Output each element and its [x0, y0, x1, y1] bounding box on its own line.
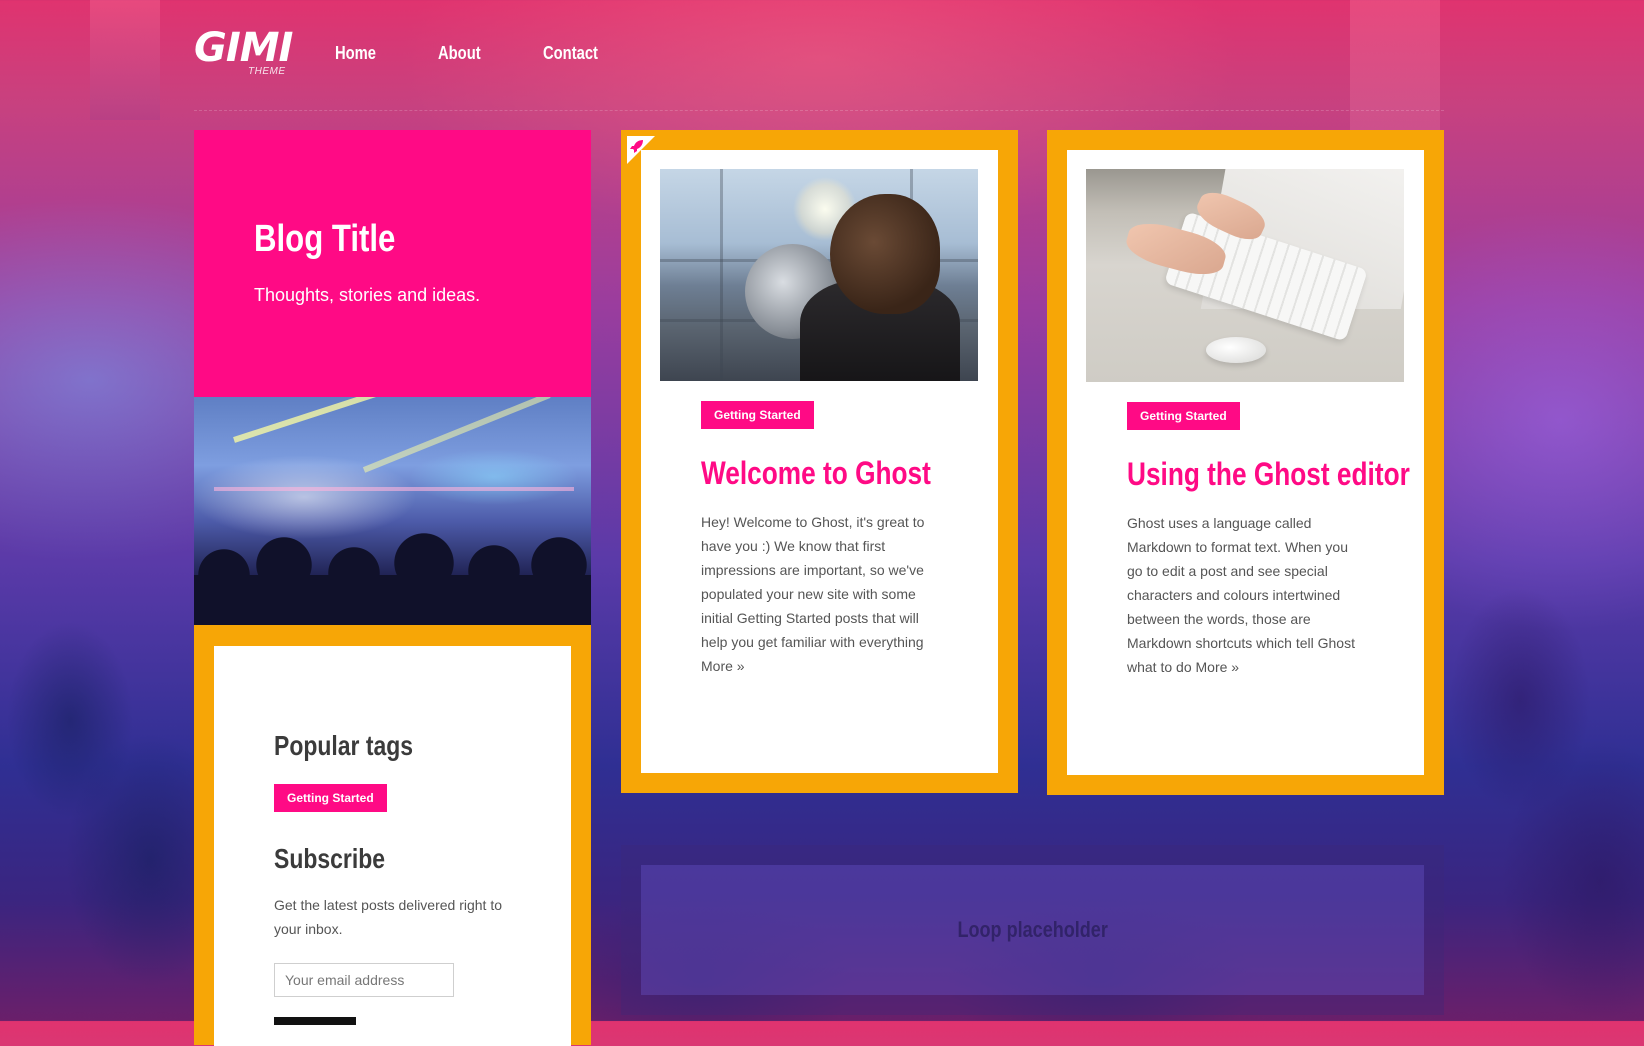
blog-title: Blog Title	[254, 218, 396, 260]
post-title[interactable]: Using the Ghost editor	[1127, 456, 1410, 493]
post-title[interactable]: Welcome to Ghost	[701, 455, 931, 492]
read-more-link[interactable]: More »	[701, 658, 745, 674]
nav-home[interactable]: Home	[335, 43, 376, 64]
main-nav: Home About Contact	[335, 43, 610, 64]
sidebar-panel: Popular tags Getting Started Subscribe G…	[214, 646, 571, 1046]
post-image[interactable]	[660, 169, 978, 381]
post-card: Getting Started Using the Ghost editor G…	[1047, 130, 1444, 795]
background-pillar	[90, 0, 160, 120]
read-more-link[interactable]: More »	[1196, 659, 1240, 675]
loop-placeholder-body: Loop placeholder	[641, 865, 1424, 995]
concert-crowd-image	[194, 397, 591, 625]
loop-placeholder: Loop placeholder	[621, 845, 1444, 1015]
post-card-body: Getting Started Welcome to Ghost Hey! We…	[641, 150, 998, 773]
popular-tags-title: Popular tags	[274, 730, 414, 761]
crowd-silhouette	[194, 515, 591, 625]
site-header: GIMI THEME Home About Contact	[194, 0, 1444, 111]
subscribe-description: Get the latest posts delivered right to …	[274, 897, 503, 937]
post-image[interactable]	[1086, 169, 1404, 382]
post-card-body: Getting Started Using the Ghost editor G…	[1067, 150, 1424, 775]
nav-contact[interactable]: Contact	[543, 43, 598, 64]
post-excerpt-text: Ghost uses a language called Markdown to…	[1127, 515, 1355, 675]
railing-line	[720, 169, 723, 381]
nav-about[interactable]: About	[438, 43, 481, 64]
subscribe-title: Subscribe	[274, 843, 386, 874]
post-tag[interactable]: Getting Started	[701, 401, 814, 429]
logo-wordmark: GIMI	[194, 25, 293, 71]
person-hair	[830, 194, 940, 314]
blog-description: Thoughts, stories and ideas.	[254, 285, 481, 305]
mouse-shape	[1206, 337, 1266, 363]
stage-light-beam	[214, 487, 574, 491]
stage-light-beam	[233, 397, 445, 443]
post-excerpt: Hey! Welcome to Ghost, it's great to hav…	[701, 510, 939, 678]
post-excerpt-text: Hey! Welcome to Ghost, it's great to hav…	[701, 514, 925, 650]
post-tag[interactable]: Getting Started	[1127, 402, 1240, 430]
sidebar: Popular tags Getting Started Subscribe G…	[194, 625, 591, 1046]
logo-subtitle: THEME	[248, 66, 286, 77]
post-card: Getting Started Welcome to Ghost Hey! We…	[621, 130, 1018, 793]
site-logo[interactable]: GIMI THEME	[194, 25, 293, 77]
email-input[interactable]	[274, 963, 454, 997]
stage-light-beam	[362, 397, 551, 473]
subscribe-button[interactable]	[274, 1017, 356, 1025]
blog-hero: Blog Title Thoughts, stories and ideas.	[194, 130, 591, 397]
loop-placeholder-label: Loop placeholder	[957, 917, 1108, 942]
sidebar-tag-getting-started[interactable]: Getting Started	[274, 784, 387, 812]
post-excerpt: Ghost uses a language called Markdown to…	[1127, 511, 1365, 679]
